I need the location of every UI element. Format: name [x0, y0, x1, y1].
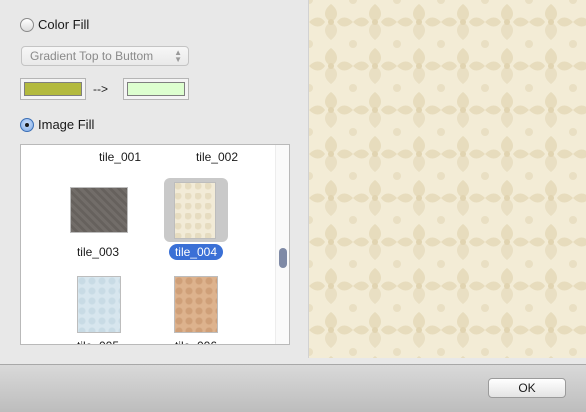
browser-scrollbar[interactable]: [275, 145, 289, 344]
fill-preview: [308, 0, 586, 358]
color-fill-radio[interactable]: [20, 17, 34, 32]
tile-image-browser[interactable]: tile_001 tile_002 tile_003 tile_004 tile…: [20, 144, 290, 345]
to-color-swatch: [127, 82, 185, 96]
tile-thumbnail[interactable]: [70, 187, 128, 233]
tile-label[interactable]: tile_001: [75, 150, 165, 164]
image-fill-radio[interactable]: [20, 117, 34, 132]
tile-label[interactable]: tile_006: [151, 339, 241, 344]
from-color-swatch: [24, 82, 82, 96]
gradient-direction-value: Gradient Top to Buttom: [30, 49, 154, 63]
image-fill-option[interactable]: Image Fill: [20, 117, 94, 132]
to-color-well[interactable]: [123, 78, 189, 100]
tile-thumbnail[interactable]: [174, 276, 218, 333]
tile-thumbnail[interactable]: [77, 276, 121, 333]
browser-scroll-thumb[interactable]: [279, 248, 287, 268]
tile-label[interactable]: tile_003: [53, 245, 143, 259]
color-fill-option[interactable]: Color Fill: [20, 17, 89, 32]
tile-label-selected[interactable]: tile_004: [151, 244, 241, 260]
popup-arrows-icon: ▲ ▼: [174, 48, 182, 64]
tile-label[interactable]: tile_005: [53, 339, 143, 344]
tile-label[interactable]: tile_002: [172, 150, 262, 164]
damask-pattern-preview: [309, 0, 586, 358]
tile-thumbnail[interactable]: [174, 182, 216, 239]
image-fill-label: Image Fill: [38, 117, 95, 132]
ok-button[interactable]: OK: [488, 378, 566, 398]
gradient-arrow: -->: [93, 82, 108, 96]
gradient-direction-select[interactable]: Gradient Top to Buttom ▲ ▼: [21, 46, 189, 66]
tile-settings-dialog: Color Fill Gradient Top to Buttom ▲ ▼ -->…: [0, 0, 586, 412]
from-color-well[interactable]: [20, 78, 86, 100]
tile-label-text: tile_004: [168, 244, 224, 260]
color-fill-label: Color Fill: [38, 17, 90, 32]
